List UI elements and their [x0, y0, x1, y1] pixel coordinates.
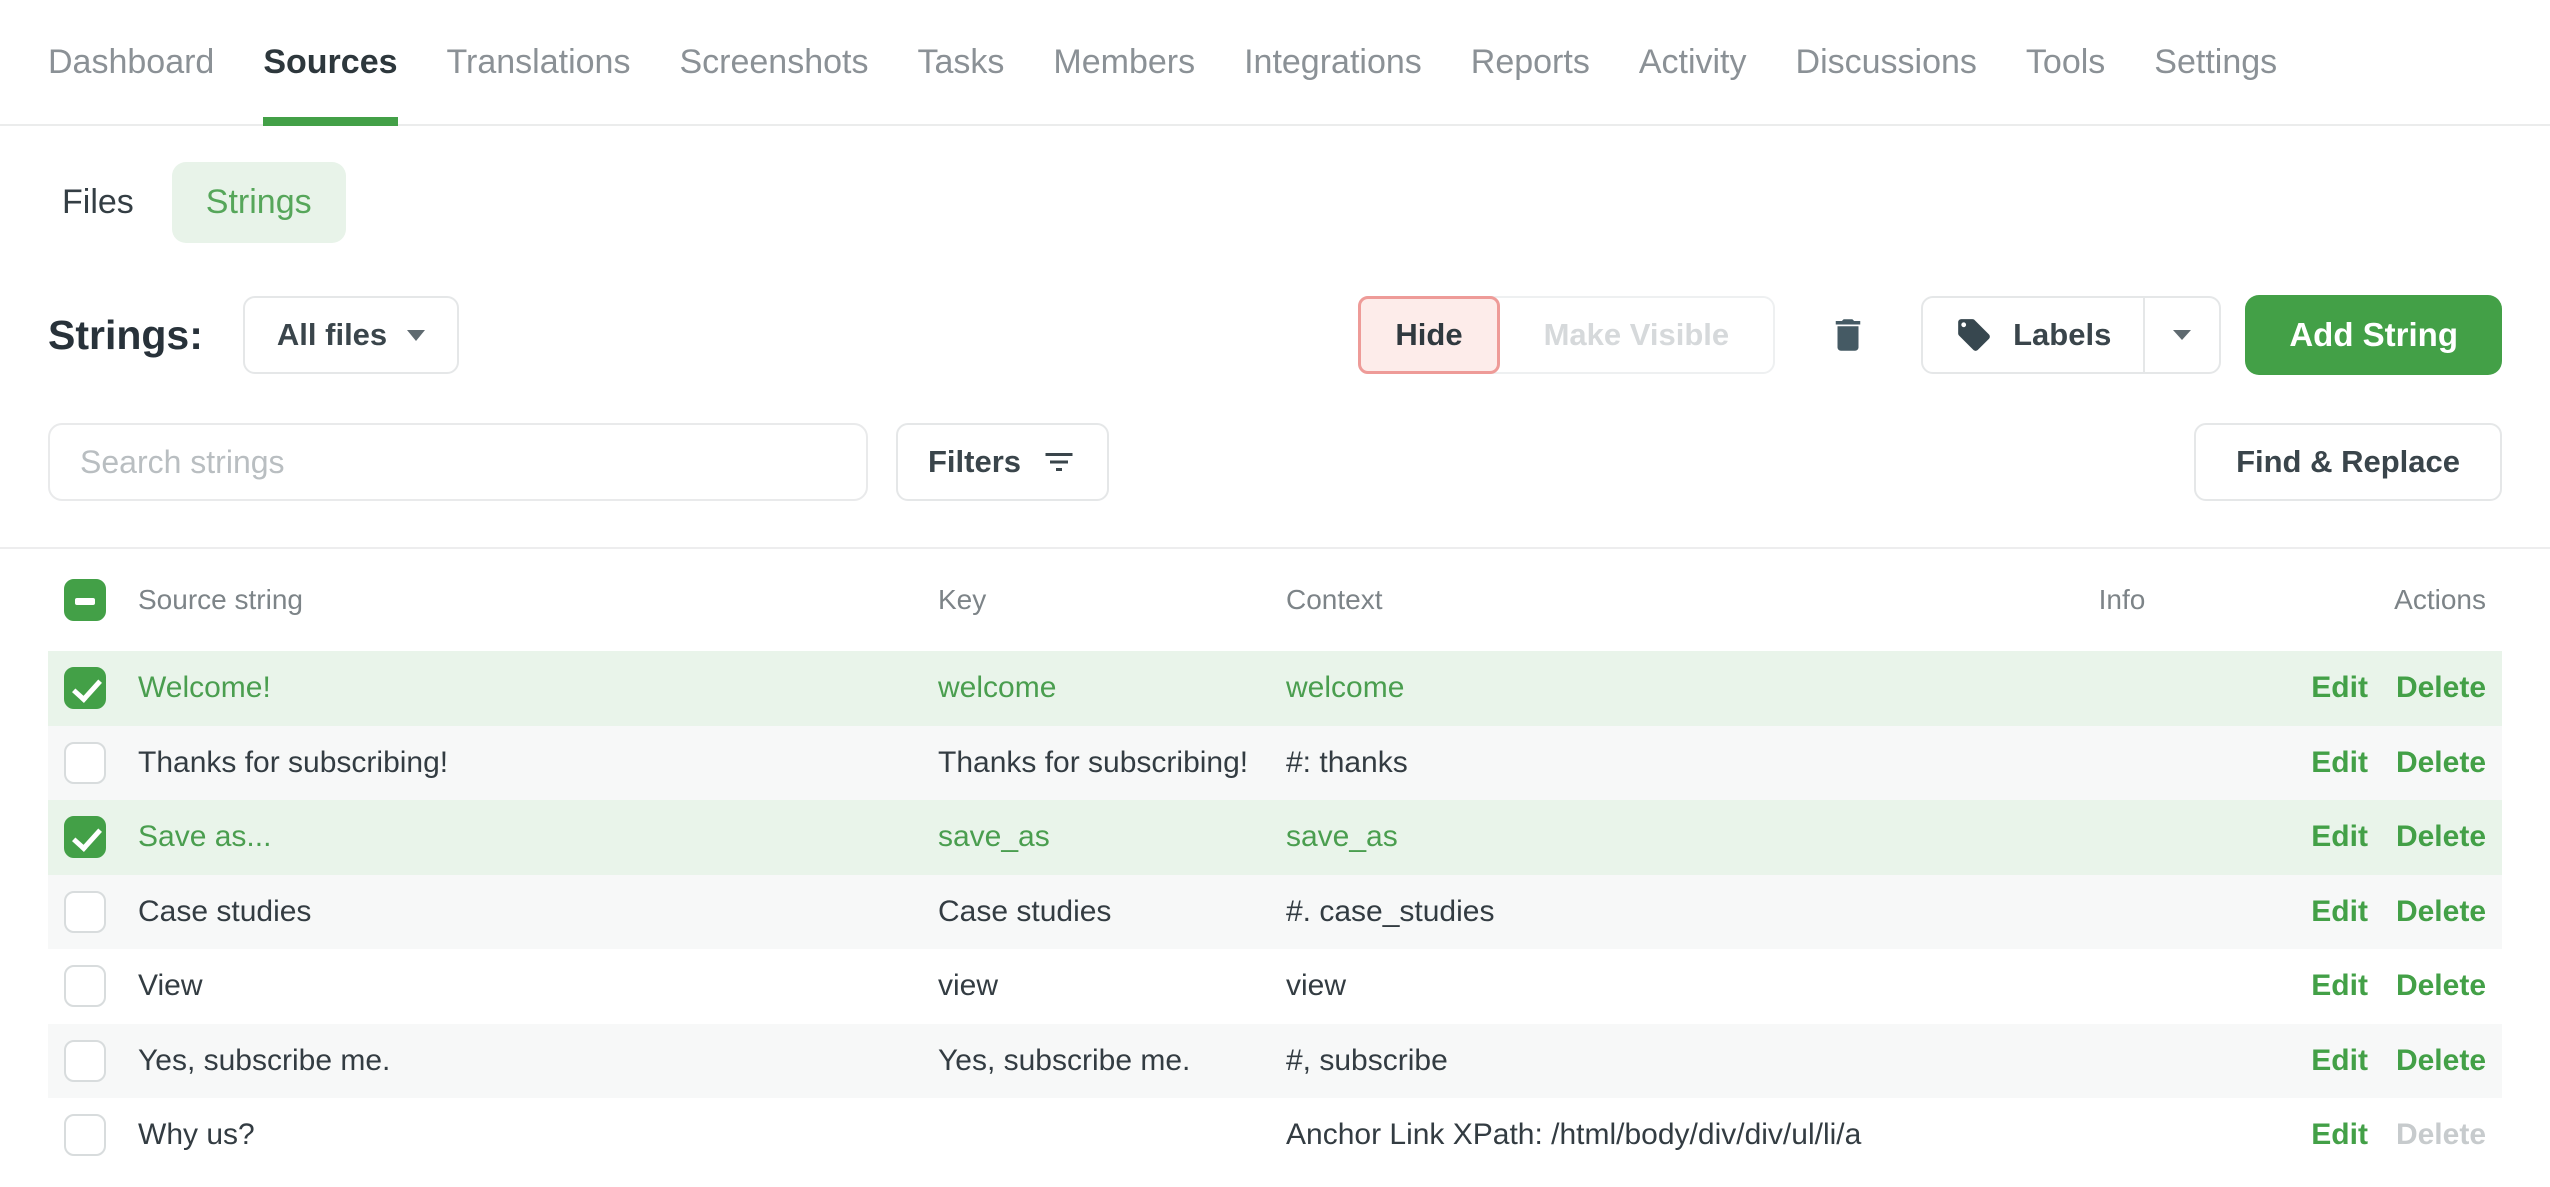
context-cell: Anchor Link XPath: /html/body/div/div/ul… [1286, 1118, 1992, 1152]
strings-table: Source string Key Context Info Actions W… [48, 549, 2502, 1173]
hide-button[interactable]: Hide [1358, 296, 1499, 374]
search-input[interactable] [48, 423, 868, 501]
nav-item-discussions[interactable]: Discussions [1796, 0, 1977, 124]
context-cell: welcome [1286, 671, 1992, 705]
key-cell: Case studies [938, 895, 1286, 929]
page-title: Strings: [48, 312, 203, 359]
source-string-cell: Case studies [138, 895, 938, 929]
table-row: Thanks for subscribing! Thanks for subsc… [48, 726, 2502, 801]
edit-action[interactable]: Edit [2311, 671, 2368, 705]
delete-action[interactable]: Delete [2396, 671, 2486, 705]
tab-strings[interactable]: Strings [172, 162, 346, 243]
context-cell: #. case_studies [1286, 895, 1992, 929]
key-cell: Thanks for subscribing! [938, 746, 1286, 780]
nav-item-settings[interactable]: Settings [2154, 0, 2277, 124]
labels-button[interactable]: Labels [1923, 298, 2143, 372]
nav-item-translations[interactable]: Translations [447, 0, 631, 124]
context-cell: #, subscribe [1286, 1044, 1992, 1078]
key-cell: Yes, subscribe me. [938, 1044, 1286, 1078]
find-replace-button[interactable]: Find & Replace [2194, 423, 2502, 501]
table-row: Case studies Case studies #. case_studie… [48, 875, 2502, 950]
labels-label: Labels [2013, 317, 2111, 353]
table-row: Yes, subscribe me. Yes, subscribe me. #,… [48, 1024, 2502, 1099]
labels-button-group: Labels [1921, 296, 2221, 374]
source-string-cell: View [138, 969, 938, 1003]
nav-item-integrations[interactable]: Integrations [1244, 0, 1422, 124]
source-string-cell: Welcome! [138, 671, 938, 705]
nav-item-tasks[interactable]: Tasks [917, 0, 1004, 124]
tag-icon [1955, 316, 1993, 354]
trash-icon [1827, 314, 1869, 356]
visibility-button-group: Hide Make Visible [1358, 296, 1775, 374]
row-checkbox[interactable] [64, 965, 106, 1007]
row-checkbox[interactable] [64, 1040, 106, 1082]
row-checkbox[interactable] [64, 742, 106, 784]
delete-action[interactable]: Delete [2396, 1118, 2486, 1152]
file-filter-dropdown[interactable]: All files [243, 296, 459, 374]
nav-item-screenshots[interactable]: Screenshots [679, 0, 868, 124]
nav-item-dashboard[interactable]: Dashboard [48, 0, 214, 124]
tab-files[interactable]: Files [48, 162, 148, 243]
edit-action[interactable]: Edit [2311, 1044, 2368, 1078]
delete-action[interactable]: Delete [2396, 1044, 2486, 1078]
file-filter-label: All files [277, 317, 387, 353]
delete-action[interactable]: Delete [2396, 969, 2486, 1003]
header-actions: Actions [2252, 584, 2502, 616]
nav-item-sources[interactable]: Sources [263, 0, 397, 124]
edit-action[interactable]: Edit [2311, 969, 2368, 1003]
delete-action[interactable]: Delete [2396, 895, 2486, 929]
table-header-row: Source string Key Context Info Actions [48, 549, 2502, 651]
edit-action[interactable]: Edit [2311, 820, 2368, 854]
row-checkbox[interactable] [64, 816, 106, 858]
context-cell: save_as [1286, 820, 1992, 854]
edit-action[interactable]: Edit [2311, 746, 2368, 780]
delete-action[interactable]: Delete [2396, 820, 2486, 854]
context-cell: view [1286, 969, 1992, 1003]
sources-subtabs: Files Strings [48, 162, 2550, 243]
make-visible-button[interactable]: Make Visible [1500, 298, 1774, 372]
select-all-checkbox[interactable] [64, 579, 106, 621]
key-cell: save_as [938, 820, 1286, 854]
nav-item-tools[interactable]: Tools [2026, 0, 2105, 124]
header-context: Context [1286, 584, 1992, 616]
context-cell: #: thanks [1286, 746, 1992, 780]
delete-action[interactable]: Delete [2396, 746, 2486, 780]
edit-action[interactable]: Edit [2311, 1118, 2368, 1152]
filters-button[interactable]: Filters [896, 423, 1109, 501]
nav-item-reports[interactable]: Reports [1471, 0, 1590, 124]
delete-strings-button[interactable] [1827, 314, 1869, 356]
row-checkbox[interactable] [64, 1114, 106, 1156]
table-row: Welcome! welcome welcome Edit Delete [48, 651, 2502, 726]
search-row: Filters Find & Replace [48, 423, 2502, 501]
source-string-cell: Save as... [138, 820, 938, 854]
top-navigation: Dashboard Sources Translations Screensho… [0, 0, 2550, 126]
strings-toolbar: Strings: All files Hide Make Visible Lab… [48, 295, 2502, 375]
table-row: Why us? Anchor Link XPath: /html/body/di… [48, 1098, 2502, 1173]
key-cell: welcome [938, 671, 1286, 705]
filter-icon [1041, 444, 1077, 480]
row-checkbox[interactable] [64, 667, 106, 709]
nav-item-members[interactable]: Members [1053, 0, 1195, 124]
table-row: View view view Edit Delete [48, 949, 2502, 1024]
source-string-cell: Yes, subscribe me. [138, 1044, 938, 1078]
key-cell: view [938, 969, 1286, 1003]
header-info: Info [1992, 584, 2252, 616]
labels-dropdown-button[interactable] [2145, 298, 2219, 372]
add-string-button[interactable]: Add String [2245, 295, 2502, 375]
chevron-down-icon [2173, 330, 2191, 340]
nav-item-activity[interactable]: Activity [1639, 0, 1747, 124]
source-string-cell: Thanks for subscribing! [138, 746, 938, 780]
edit-action[interactable]: Edit [2311, 895, 2368, 929]
header-source-string: Source string [138, 584, 938, 616]
chevron-down-icon [407, 330, 425, 341]
source-string-cell: Why us? [138, 1118, 938, 1152]
row-checkbox[interactable] [64, 891, 106, 933]
header-key: Key [938, 584, 1286, 616]
filters-label: Filters [928, 444, 1021, 480]
table-row: Save as... save_as save_as Edit Delete [48, 800, 2502, 875]
